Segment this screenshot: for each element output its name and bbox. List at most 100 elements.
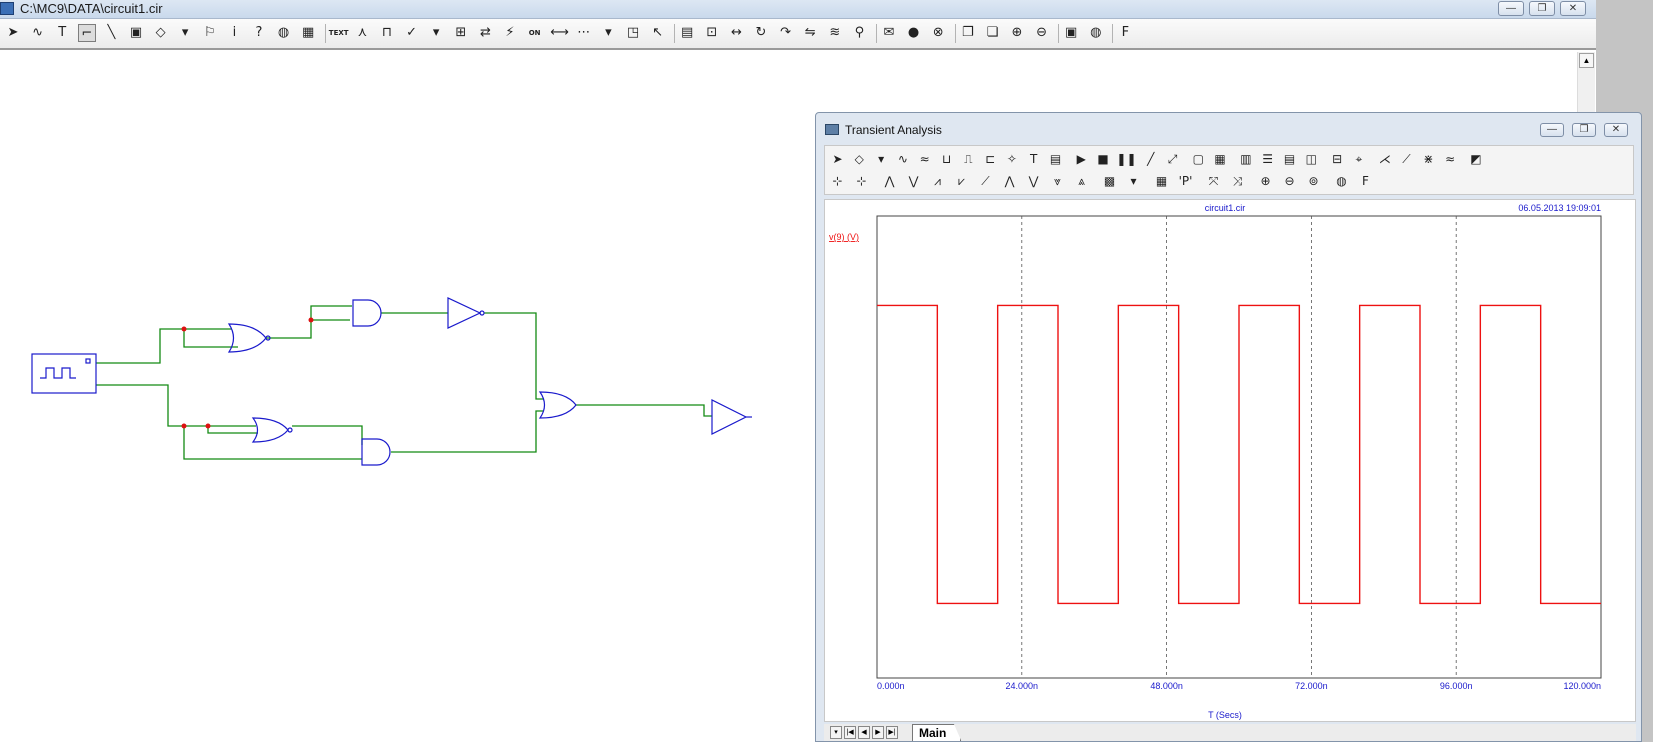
- ta-inflect-icon[interactable]: ⟋: [977, 173, 994, 190]
- ta-properties-icon[interactable]: ▤: [1047, 151, 1064, 168]
- swap-icon[interactable]: ⇋: [801, 24, 819, 42]
- find-wave-icon[interactable]: ≋: [826, 24, 844, 42]
- tab-main[interactable]: Main: [912, 724, 962, 741]
- ta-fo-icon[interactable]: ✧: [1003, 151, 1020, 168]
- arrows-icon[interactable]: ⇄: [476, 24, 494, 42]
- ta-zoom-out-icon[interactable]: ⊖: [1281, 173, 1298, 190]
- tab-first-icon[interactable]: |◀: [844, 726, 856, 739]
- cursor-probe-icon[interactable]: ↖: [649, 24, 667, 42]
- ta-cells-icon[interactable]: ▤: [1281, 151, 1298, 168]
- ta-cross-icon[interactable]: ⋇: [1420, 151, 1437, 168]
- restore-button[interactable]: ❐: [1529, 1, 1555, 16]
- tab-prev-icon[interactable]: ◀: [858, 726, 870, 739]
- ta-global-low-icon[interactable]: ⋁: [1025, 173, 1042, 190]
- ta-step-icon[interactable]: ⎍: [960, 151, 977, 168]
- ta-palette-icon[interactable]: ◍: [1333, 173, 1350, 190]
- tab-dropdown-icon[interactable]: ▾: [830, 726, 842, 739]
- zoom-in-icon[interactable]: ⊕: [1008, 24, 1026, 42]
- paste-page-icon[interactable]: ❏: [983, 24, 1001, 42]
- properties-icon[interactable]: ▤: [678, 24, 696, 42]
- step-icon[interactable]: ↷: [777, 24, 795, 42]
- clock-source[interactable]: [31, 353, 97, 394]
- ta-top-icon[interactable]: ⩔: [1049, 173, 1066, 190]
- close-button[interactable]: ✕: [1560, 1, 1586, 16]
- text-label-icon[interactable]: TEXT: [329, 24, 349, 42]
- ta-stop-icon[interactable]: ■: [1095, 151, 1112, 168]
- ta-text-icon[interactable]: T: [1025, 151, 1042, 168]
- ta-slope-icon[interactable]: ⟋: [1398, 151, 1415, 168]
- probe-icon[interactable]: ⚡: [501, 24, 519, 42]
- mirror-icon[interactable]: ⊡: [703, 24, 721, 42]
- help-icon[interactable]: ?: [250, 24, 268, 42]
- ta-label-p-icon[interactable]: 'P': [1177, 173, 1194, 190]
- series-label[interactable]: v(9) (V): [829, 232, 859, 242]
- ta-pause-icon[interactable]: ❚❚: [1116, 151, 1136, 168]
- flip-icon[interactable]: ↔: [727, 24, 745, 42]
- zoom-out-icon[interactable]: ⊖: [1033, 24, 1051, 42]
- ta-font-icon[interactable]: F: [1357, 173, 1374, 190]
- output-buffer[interactable]: [711, 399, 752, 435]
- dotted-grid-icon[interactable]: ⋯: [575, 24, 593, 42]
- ta-split-icon[interactable]: ◫: [1303, 151, 1320, 168]
- node-numbers-icon[interactable]: ⋏: [353, 24, 371, 42]
- ta-zoom-in-icon[interactable]: ⊕: [1257, 173, 1274, 190]
- ta-high-icon[interactable]: ⩘: [929, 173, 946, 190]
- component-icon[interactable]: ▣: [127, 24, 145, 42]
- ta-cols-icon[interactable]: ▥: [1237, 151, 1254, 168]
- flag-icon[interactable]: ⚐: [201, 24, 219, 42]
- or-gate-lower[interactable]: [251, 417, 293, 443]
- ta-bundle-icon[interactable]: ▩: [1101, 173, 1118, 190]
- message-icon[interactable]: ✉: [880, 24, 898, 42]
- rotate-icon[interactable]: ↻: [752, 24, 770, 42]
- color-grid-icon[interactable]: ▦: [299, 24, 317, 42]
- ta-scope-icon[interactable]: ⊔: [938, 151, 955, 168]
- warning-icon[interactable]: ●: [905, 24, 923, 42]
- info-icon[interactable]: i: [225, 24, 243, 42]
- ta-scale-x-icon[interactable]: ⤧: [1205, 173, 1222, 190]
- tab-last-icon[interactable]: ▶|: [886, 726, 898, 739]
- border-icon[interactable]: ◳: [624, 24, 642, 42]
- transient-close-button[interactable]: ✕: [1604, 123, 1628, 137]
- select-arrow-icon[interactable]: ➤: [4, 24, 22, 42]
- on-label-icon[interactable]: ON: [526, 24, 544, 42]
- camera-icon[interactable]: ▣: [1062, 24, 1080, 42]
- dropdown-arrow-3-icon[interactable]: ▾: [599, 24, 617, 42]
- ta-cursor-left-icon[interactable]: ⊹: [829, 173, 846, 190]
- waveform-plot[interactable]: 0.000n 24.000n 48.000n 72.000n 96.000n 120.00…: [824, 199, 1636, 722]
- ta-table-icon[interactable]: ▦: [1153, 173, 1170, 190]
- pin-line-icon[interactable]: ⟷: [550, 24, 569, 42]
- stop-icon[interactable]: ⊗: [929, 24, 947, 42]
- and-gate-lower[interactable]: [361, 438, 391, 466]
- transient-minimize-button[interactable]: —: [1540, 123, 1564, 137]
- palette-icon[interactable]: ◍: [1087, 24, 1105, 42]
- ta-dropdown-icon[interactable]: ▾: [873, 151, 890, 168]
- ta-frame-icon[interactable]: ▢: [1190, 151, 1207, 168]
- ta-low-icon[interactable]: ⩗: [953, 173, 970, 190]
- ta-peak-icon[interactable]: ⋌: [1376, 151, 1393, 168]
- ta-zoom-fit-icon[interactable]: ⊚: [1305, 173, 1322, 190]
- globe-icon[interactable]: ◍: [275, 24, 293, 42]
- ta-base-icon[interactable]: ⊟: [1329, 151, 1346, 168]
- or-gate-upper[interactable]: [227, 323, 271, 353]
- ta-curve-icon[interactable]: ⤢: [1164, 151, 1181, 168]
- ta-scale-y-icon[interactable]: ⤨: [1229, 173, 1246, 190]
- dropdown-arrow-2-icon[interactable]: ▾: [427, 24, 445, 42]
- buffer[interactable]: [447, 297, 485, 329]
- ta-global-high-icon[interactable]: ⋀: [1001, 173, 1018, 190]
- binoculars-icon[interactable]: ⚲: [850, 24, 868, 42]
- wire-mode-icon[interactable]: ⌐: [77, 24, 96, 42]
- ta-select-icon[interactable]: ➤: [829, 151, 846, 168]
- diagonal-wire-icon[interactable]: ╲: [102, 24, 120, 42]
- ta-digital-icon[interactable]: ⊏: [982, 151, 999, 168]
- copy-page-icon[interactable]: ❐: [959, 24, 977, 42]
- grid-text-icon[interactable]: ⊞: [452, 24, 470, 42]
- ta-cursor-right-icon[interactable]: ⊹: [853, 173, 870, 190]
- ta-grid-icon[interactable]: ▦: [1212, 151, 1229, 168]
- ta-chart-icon[interactable]: ◩: [1467, 151, 1484, 168]
- ta-ghost-icon[interactable]: ≈: [1442, 151, 1459, 168]
- shapes-icon[interactable]: ◇: [152, 24, 170, 42]
- and-gate-upper[interactable]: [352, 299, 382, 327]
- ta-dropdown2-icon[interactable]: ▾: [1125, 173, 1142, 190]
- or-gate-output[interactable]: [538, 391, 577, 419]
- ta-wave-icon[interactable]: ∿: [894, 151, 911, 168]
